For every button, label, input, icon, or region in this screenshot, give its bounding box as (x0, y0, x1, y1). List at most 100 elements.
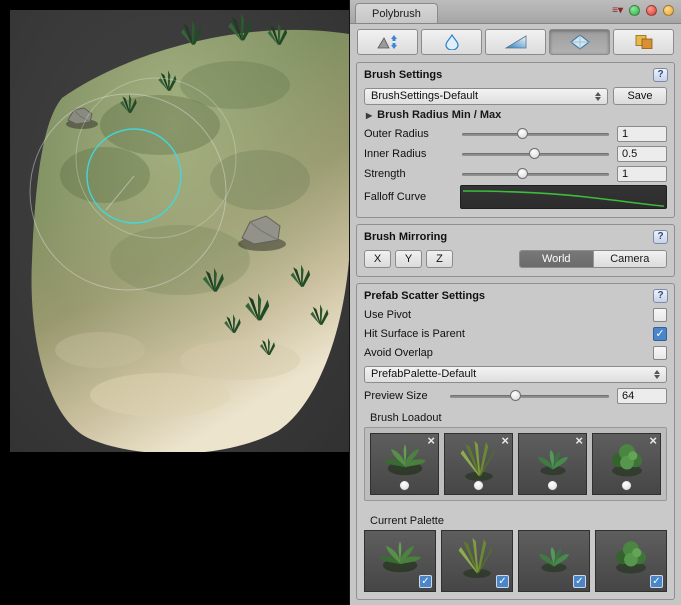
palette-item-checkbox[interactable]: ✓ (496, 575, 509, 588)
texture-tool-button[interactable] (613, 29, 674, 55)
loadout-thumbnail-grass[interactable]: × (444, 433, 513, 495)
mountain-raise-icon (376, 34, 400, 50)
sprout-plant-icon (530, 437, 576, 483)
strength-row: Strength 1 (364, 164, 667, 184)
help-icon[interactable]: ? (653, 68, 668, 82)
scene-viewport[interactable] (10, 10, 349, 452)
brush-settings-section: Brush Settings ? BrushSettings-Default S… (356, 62, 675, 218)
slider-knob[interactable] (517, 128, 528, 139)
outer-radius-slider[interactable] (462, 126, 609, 142)
inner-radius-value-field[interactable]: 0.5 (617, 146, 667, 162)
polybrush-window: Polybrush ≡▾ (349, 0, 681, 605)
save-button[interactable]: Save (613, 87, 667, 105)
preview-size-slider[interactable] (450, 388, 609, 404)
inner-radius-row: Inner Radius 0.5 (364, 144, 667, 164)
avoid-overlap-row: Avoid Overlap (364, 343, 667, 362)
paint-tool-button[interactable] (485, 29, 546, 55)
strength-label: Strength (364, 168, 460, 180)
slider-knob[interactable] (510, 390, 521, 401)
remove-loadout-icon[interactable]: × (649, 434, 657, 448)
mirror-space-camera-button[interactable]: Camera (593, 251, 667, 267)
mirror-space-world-button[interactable]: World (520, 251, 593, 267)
avoid-overlap-label: Avoid Overlap (364, 347, 653, 359)
scene-view[interactable] (0, 0, 349, 605)
inner-radius-label: Inner Radius (364, 148, 460, 160)
help-icon[interactable]: ? (653, 289, 668, 303)
window-menu-icon[interactable]: ≡▾ (612, 6, 623, 16)
loadout-radio[interactable] (547, 480, 558, 491)
loadout-radio[interactable] (399, 480, 410, 491)
mirroring-controls-row: X Y Z World Camera (364, 249, 667, 269)
palette-thumbnail-grass[interactable]: ✓ (441, 530, 513, 592)
palette-item-checkbox[interactable]: ✓ (419, 575, 432, 588)
palette-thumbnail-leafy[interactable]: ✓ (595, 530, 667, 592)
hit-surface-checkbox[interactable]: ✓ (653, 327, 667, 341)
falloff-curve-graph (461, 186, 666, 209)
current-palette-label: Current Palette (370, 515, 667, 527)
hit-surface-label: Hit Surface is Parent (364, 328, 653, 340)
mirror-y-button[interactable]: Y (395, 250, 422, 268)
falloff-curve-label: Falloff Curve (364, 191, 460, 203)
palette-item-checkbox[interactable]: ✓ (650, 575, 663, 588)
palette-thumbnail-sprout[interactable]: ✓ (518, 530, 590, 592)
loadout-thumbnail-sprout[interactable]: × (518, 433, 587, 495)
brush-radius-foldout[interactable]: ▶ Brush Radius Min / Max (364, 106, 667, 124)
window-tab-polybrush[interactable]: Polybrush (355, 3, 438, 23)
smooth-tool-button[interactable] (421, 29, 482, 55)
brush-settings-header: Brush Settings ? (364, 68, 667, 84)
use-pivot-row: Use Pivot (364, 305, 667, 324)
brush-loadout-grid: × × × × (370, 433, 661, 495)
use-pivot-checkbox[interactable] (653, 308, 667, 322)
prefab-palette-dropdown[interactable]: PrefabPalette-Default (364, 366, 667, 383)
window-dot-green-icon[interactable] (629, 5, 640, 16)
gradient-triangle-icon (504, 34, 528, 50)
outer-radius-row: Outer Radius 1 (364, 124, 667, 144)
window-titlebar[interactable]: Polybrush ≡▾ (350, 0, 681, 24)
sprout-plant-icon (531, 534, 577, 580)
help-icon[interactable]: ? (653, 230, 668, 244)
mirror-space-toggle: World Camera (519, 250, 667, 268)
slider-knob[interactable] (529, 148, 540, 159)
leafy-plant-icon (608, 534, 654, 580)
scatter-tool-button[interactable] (549, 29, 610, 55)
brush-mirroring-header: Brush Mirroring ? (364, 230, 667, 246)
palette-item-checkbox[interactable]: ✓ (573, 575, 586, 588)
falloff-curve-row: Falloff Curve (364, 184, 667, 210)
loadout-radio[interactable] (473, 480, 484, 491)
slider-track[interactable] (450, 395, 609, 398)
preview-size-label: Preview Size (364, 390, 448, 402)
window-controls: ≡▾ (612, 5, 674, 16)
preview-size-value-field[interactable]: 64 (617, 388, 667, 404)
loadout-thumbnail-leafy[interactable]: × (592, 433, 661, 495)
prefab-scatter-section: Prefab Scatter Settings ? Use Pivot Hit … (356, 283, 675, 600)
remove-loadout-icon[interactable]: × (575, 434, 583, 448)
water-drop-icon (440, 34, 464, 50)
brush-loadout-box: × × × × (364, 427, 667, 501)
remove-loadout-icon[interactable]: × (427, 434, 435, 448)
strength-value-field[interactable]: 1 (617, 166, 667, 182)
brush-settings-preset-dropdown[interactable]: BrushSettings-Default (364, 88, 608, 105)
preview-size-row: Preview Size 64 (364, 386, 667, 406)
window-title: Polybrush (372, 8, 421, 20)
remove-loadout-icon[interactable]: × (501, 434, 509, 448)
avoid-overlap-checkbox[interactable] (653, 346, 667, 360)
texture-squares-icon (632, 34, 656, 50)
mirror-z-button[interactable]: Z (426, 250, 453, 268)
window-dot-red-icon[interactable] (646, 5, 657, 16)
brush-loadout-label: Brush Loadout (370, 412, 667, 424)
outer-radius-label: Outer Radius (364, 128, 460, 140)
current-palette-grid: ✓ ✓ ✓ ✓ (364, 530, 667, 592)
loadout-thumbnail-fern[interactable]: × (370, 433, 439, 495)
slider-track[interactable] (462, 133, 609, 136)
slider-track[interactable] (462, 173, 609, 176)
falloff-curve-field[interactable] (460, 185, 667, 209)
inner-radius-slider[interactable] (462, 146, 609, 162)
loadout-radio[interactable] (621, 480, 632, 491)
outer-radius-value-field[interactable]: 1 (617, 126, 667, 142)
palette-thumbnail-fern[interactable]: ✓ (364, 530, 436, 592)
slider-knob[interactable] (517, 168, 528, 179)
window-dot-yellow-icon[interactable] (663, 5, 674, 16)
strength-slider[interactable] (462, 166, 609, 182)
sculpt-tool-button[interactable] (357, 29, 418, 55)
mirror-x-button[interactable]: X (364, 250, 391, 268)
